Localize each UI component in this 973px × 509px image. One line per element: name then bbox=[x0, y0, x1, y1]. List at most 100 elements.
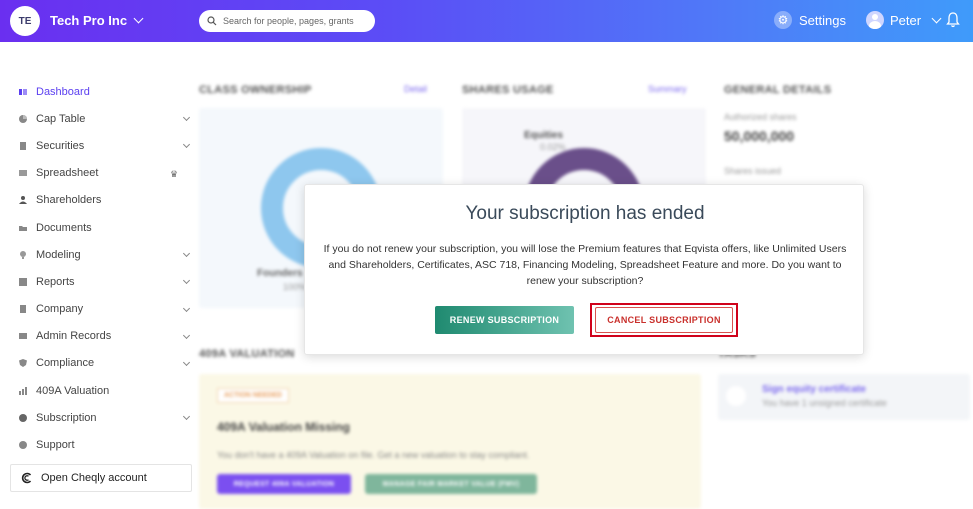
chevron-down-icon[interactable] bbox=[182, 358, 191, 366]
sidebar-item-modeling[interactable]: Modeling bbox=[0, 241, 198, 268]
request-valuation-button[interactable]: REQUEST 409A VALUATION bbox=[217, 474, 351, 494]
subscription-ended-modal: Your subscription has ended If you do no… bbox=[304, 184, 864, 355]
authorized-shares-label: Authorized shares bbox=[724, 112, 797, 122]
sidebar-item-dashboard[interactable]: Dashboard bbox=[0, 78, 198, 105]
chevron-down-icon[interactable] bbox=[182, 304, 191, 312]
sidebar-item-documents[interactable]: Documents bbox=[0, 214, 198, 241]
chevron-down-icon[interactable] bbox=[182, 413, 191, 421]
search-icon bbox=[207, 16, 217, 26]
modal-title: Your subscription has ended bbox=[465, 203, 705, 224]
open-cheqly-button[interactable]: Open Cheqly account bbox=[10, 464, 192, 492]
sidebar-item-compliance[interactable]: Compliance bbox=[0, 350, 198, 377]
sidebar-item-cap-table[interactable]: Cap Table bbox=[0, 105, 198, 132]
sidebar-item-spreadsheet[interactable]: Spreadsheet ♛ bbox=[0, 160, 198, 187]
sidebar-item-admin-records[interactable]: Admin Records bbox=[0, 323, 198, 350]
company-avatar[interactable]: TE bbox=[10, 6, 40, 36]
sidebar-item-label: Support bbox=[36, 439, 75, 452]
valuation-heading: 409A Valuation Missing bbox=[217, 420, 350, 434]
class-ownership-legend-value: 100% bbox=[283, 282, 307, 292]
settings-label: Settings bbox=[799, 12, 846, 28]
shares-usage-legend-value: 0.02% bbox=[540, 142, 566, 152]
manage-fmv-button[interactable]: MANAGE FAIR MARKET VALUE (FMV) bbox=[365, 474, 537, 494]
company-switcher[interactable]: Tech Pro Inc bbox=[50, 13, 144, 28]
shares-usage-summary-link[interactable]: Summary bbox=[648, 84, 687, 94]
dollar-icon bbox=[19, 413, 27, 422]
settings-button[interactable]: ⚙ Settings bbox=[774, 11, 846, 29]
sidebar-item-support[interactable]: Support bbox=[0, 431, 198, 458]
document-icon bbox=[20, 141, 26, 150]
report-icon bbox=[19, 277, 27, 286]
cheqly-logo-icon bbox=[21, 472, 32, 484]
chevron-down-icon[interactable] bbox=[182, 331, 191, 339]
building-icon bbox=[20, 305, 26, 314]
sidebar-item-label: Documents bbox=[36, 221, 92, 234]
shield-icon bbox=[19, 359, 27, 368]
sidebar-item-label: Reports bbox=[36, 275, 75, 288]
shares-issued-label: Shares issued bbox=[724, 166, 782, 176]
action-needed-badge: ACTION NEEDED bbox=[217, 388, 289, 403]
dashboard-icon bbox=[19, 88, 27, 95]
folder-icon bbox=[19, 225, 27, 231]
sidebar-item-label: Admin Records bbox=[36, 330, 112, 343]
crown-icon: ♛ bbox=[170, 168, 179, 179]
chevron-down-icon[interactable] bbox=[182, 250, 191, 258]
valuation-title: 409A VALUATION bbox=[199, 348, 295, 360]
authorized-shares-value: 50,000,000 bbox=[724, 128, 795, 144]
sidebar-item-label: Dashboard bbox=[36, 85, 90, 98]
chevron-down-icon[interactable] bbox=[182, 277, 191, 285]
sidebar-item-label: Spreadsheet bbox=[36, 167, 99, 180]
chevron-down-icon[interactable] bbox=[182, 114, 191, 122]
chevron-down-icon[interactable] bbox=[182, 141, 191, 149]
chevron-down-icon bbox=[133, 13, 144, 24]
pie-chart-icon bbox=[19, 114, 27, 123]
shares-usage-title: SHARES USAGE bbox=[462, 84, 554, 96]
sidebar-item-409a-valuation[interactable]: 409A Valuation bbox=[0, 377, 198, 404]
bell-icon[interactable] bbox=[946, 12, 960, 28]
sidebar-item-label: Cap Table bbox=[36, 112, 86, 125]
cheqly-label: Open Cheqly account bbox=[41, 472, 147, 484]
renew-subscription-button[interactable]: RENEW SUBSCRIPTION bbox=[435, 306, 574, 334]
sidebar-item-label: Subscription bbox=[36, 411, 97, 424]
sidebar-item-shareholders[interactable]: Shareholders bbox=[0, 187, 198, 214]
sidebar-item-reports[interactable]: Reports bbox=[0, 268, 198, 295]
sidebar-item-label: Company bbox=[36, 303, 84, 316]
sidebar-item-label: Securities bbox=[36, 139, 85, 152]
top-nav-bar: TE Tech Pro Inc ⚙ Settings Peter bbox=[0, 0, 973, 42]
class-ownership-legend: Founders bbox=[257, 268, 303, 279]
bulb-icon bbox=[20, 250, 26, 259]
task-title: Sign equity certificate bbox=[762, 384, 866, 395]
shares-usage-legend: Equities bbox=[524, 130, 563, 141]
sidebar-item-subscription[interactable]: Subscription bbox=[0, 404, 198, 431]
chevron-down-icon bbox=[931, 13, 942, 23]
sidebar-item-label: Shareholders bbox=[36, 194, 102, 207]
class-ownership-detail-link[interactable]: Detail bbox=[404, 84, 427, 94]
cancel-subscription-button[interactable]: CANCEL SUBSCRIPTION bbox=[595, 307, 733, 333]
task-text: You have 1 unsigned certificate bbox=[762, 398, 887, 408]
sidebar-item-label: Modeling bbox=[36, 248, 81, 261]
sidebar-nav: Dashboard Cap Table Securities Spreadsheet ♛… bbox=[0, 78, 198, 459]
task-card[interactable]: Sign equity certificate You have 1 unsig… bbox=[718, 374, 970, 420]
modal-body: If you do not renew your subscription, y… bbox=[323, 243, 847, 287]
records-icon bbox=[19, 333, 27, 340]
valuation-text: You don't have a 409A Valuation on file.… bbox=[217, 450, 530, 460]
general-details-title: GENERAL DETAILS bbox=[724, 84, 832, 96]
chart-icon bbox=[19, 386, 27, 395]
search-bar[interactable] bbox=[199, 10, 375, 32]
class-ownership-title: CLASS OWNERSHIP bbox=[199, 84, 312, 96]
person-icon bbox=[19, 196, 27, 205]
sidebar-item-securities[interactable]: Securities bbox=[0, 132, 198, 159]
certificate-icon bbox=[726, 386, 746, 406]
support-icon bbox=[19, 441, 27, 450]
gear-icon: ⚙ bbox=[774, 11, 792, 29]
cancel-highlight-box: CANCEL SUBSCRIPTION bbox=[590, 303, 738, 337]
valuation-card: ACTION NEEDED 409A Valuation Missing You… bbox=[199, 374, 701, 509]
user-name: Peter bbox=[890, 12, 922, 28]
spreadsheet-icon bbox=[19, 170, 27, 177]
company-name: Tech Pro Inc bbox=[50, 13, 128, 28]
user-avatar-icon bbox=[866, 11, 884, 29]
sidebar-item-label: Compliance bbox=[36, 357, 95, 370]
search-input[interactable] bbox=[223, 16, 373, 26]
user-menu[interactable]: Peter bbox=[866, 11, 942, 29]
sidebar-item-company[interactable]: Company bbox=[0, 296, 198, 323]
sidebar-item-label: 409A Valuation bbox=[36, 384, 110, 397]
